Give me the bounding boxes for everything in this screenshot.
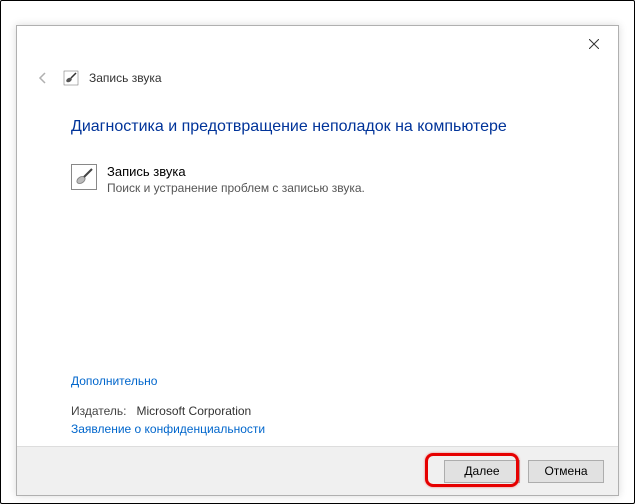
microphone-icon [63,70,79,86]
window-title: Запись звука [89,71,162,85]
publisher-row: Издатель: Microsoft Corporation [71,404,251,418]
next-button[interactable]: Далее [444,460,520,483]
cancel-button[interactable]: Отмена [528,460,604,483]
content-area: Диагностика и предотвращение неполадок н… [71,118,578,195]
dialog-window: Запись звука Диагностика и предотвращени… [16,25,619,496]
microphone-large-icon [71,164,97,190]
close-button[interactable] [578,32,610,56]
troubleshooter-name: Запись звука [107,164,365,179]
back-arrow-icon [36,71,50,85]
troubleshooter-text: Запись звука Поиск и устранение проблем … [107,164,365,195]
privacy-link[interactable]: Заявление о конфиденциальности [71,422,265,436]
publisher-value: Microsoft Corporation [137,404,252,418]
footer-bar: Далее Отмена [17,447,618,495]
advanced-link[interactable]: Дополнительно [71,374,157,388]
troubleshooter-item: Запись звука Поиск и устранение проблем … [71,164,578,195]
close-icon [589,39,599,49]
publisher-label: Издатель: [71,404,127,418]
header-row: Запись звука [33,68,162,88]
page-heading: Диагностика и предотвращение неполадок н… [71,118,578,136]
troubleshooter-description: Поиск и устранение проблем с записью зву… [107,181,365,195]
back-button[interactable] [33,68,53,88]
